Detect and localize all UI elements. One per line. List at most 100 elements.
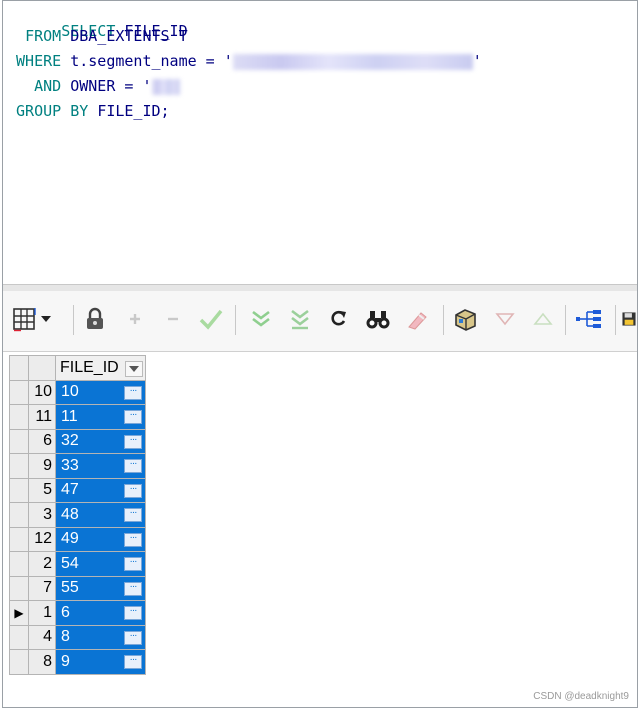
cell-editor-button[interactable]: ··· bbox=[124, 508, 142, 522]
check-icon bbox=[199, 309, 223, 330]
column-header-label: FILE_ID bbox=[60, 358, 119, 376]
code-text: FILE_ID; bbox=[97, 102, 170, 120]
save-button[interactable] bbox=[621, 305, 637, 333]
row-indicator bbox=[9, 453, 29, 479]
row-indicator bbox=[9, 624, 29, 650]
grid-toolbar bbox=[3, 291, 637, 352]
cell-editor-button[interactable]: ··· bbox=[124, 655, 142, 669]
fetch-last-button[interactable] bbox=[286, 305, 314, 333]
refresh-button[interactable] bbox=[325, 305, 353, 333]
add-record-button[interactable] bbox=[121, 305, 149, 333]
filter-up-button[interactable] bbox=[529, 305, 557, 333]
cell-value: 33 bbox=[61, 456, 79, 474]
table-row[interactable]: 7 55 ··· bbox=[9, 575, 146, 601]
row-indicator bbox=[9, 649, 29, 675]
filter-down-icon bbox=[495, 313, 515, 326]
data-table: FILE_ID 10 10 ··· 11 11 ··· 6 32 ··· 9 33 ··· 5 47 ···… bbox=[9, 355, 146, 675]
find-button[interactable] bbox=[364, 305, 392, 333]
table-row[interactable]: 9 33 ··· bbox=[9, 453, 146, 479]
fetch-last-icon bbox=[291, 309, 309, 330]
toolbar-separator bbox=[235, 305, 236, 335]
file-id-cell[interactable]: 11 ··· bbox=[55, 404, 146, 430]
cell-editor-button[interactable]: ··· bbox=[124, 434, 142, 449]
file-id-cell[interactable]: 49 ··· bbox=[55, 526, 146, 552]
tree-view-button[interactable] bbox=[575, 305, 603, 333]
file-id-cell[interactable]: 47 ··· bbox=[55, 477, 146, 503]
lock-icon bbox=[87, 307, 103, 329]
filter-down-button[interactable] bbox=[491, 305, 519, 333]
redacted-value bbox=[232, 53, 473, 70]
file-id-cell[interactable]: 8 ··· bbox=[55, 624, 146, 650]
delete-record-button[interactable] bbox=[159, 305, 187, 333]
cell-editor-button[interactable]: ··· bbox=[124, 606, 142, 620]
row-number: 2 bbox=[28, 551, 56, 577]
clear-button[interactable] bbox=[403, 305, 431, 333]
file-id-cell[interactable]: 6 ··· bbox=[55, 600, 146, 626]
lock-button[interactable] bbox=[81, 305, 109, 333]
row-indicator bbox=[9, 526, 29, 552]
table-row[interactable]: 11 11 ··· bbox=[9, 404, 146, 430]
post-changes-button[interactable] bbox=[197, 305, 225, 333]
cell-editor-button[interactable]: ··· bbox=[124, 410, 142, 424]
grid-layout-button[interactable] bbox=[11, 305, 63, 333]
table-row[interactable]: 8 9 ··· bbox=[9, 649, 146, 675]
table-row[interactable]: 2 54 ··· bbox=[9, 551, 146, 577]
file-id-cell[interactable]: 32 ··· bbox=[55, 428, 146, 454]
clear-icon bbox=[408, 312, 427, 330]
row-indicator bbox=[9, 575, 29, 601]
quote: ' bbox=[223, 52, 233, 70]
cell-value: 10 bbox=[61, 383, 79, 401]
code-line-4: AND OWNER = ' bbox=[7, 76, 180, 96]
sort-dropdown[interactable] bbox=[125, 361, 143, 377]
file-id-cell[interactable]: 10 ··· bbox=[55, 379, 146, 405]
file-id-cell[interactable]: 48 ··· bbox=[55, 502, 146, 528]
table-row[interactable]: 12 49 ··· bbox=[9, 526, 146, 552]
chevron-down-icon bbox=[129, 366, 139, 372]
row-number: 9 bbox=[28, 453, 56, 479]
export-button[interactable] bbox=[452, 305, 480, 333]
table-row[interactable]: ▶ 1 6 ··· bbox=[9, 600, 146, 626]
toolbar-separator bbox=[565, 305, 566, 335]
table-header-row: FILE_ID bbox=[9, 355, 146, 381]
sql-editor[interactable]: SELECT FILE_ID FROM DBA_EXTENTS T WHERE … bbox=[3, 1, 637, 284]
file-id-cell[interactable]: 33 ··· bbox=[55, 453, 146, 479]
row-indicator bbox=[9, 502, 29, 528]
row-number: 10 bbox=[28, 379, 56, 405]
code-text: t.segment_name = bbox=[70, 52, 215, 70]
cell-editor-button[interactable]: ··· bbox=[124, 483, 142, 498]
cell-value: 6 bbox=[61, 603, 70, 621]
column-header-file-id[interactable]: FILE_ID bbox=[55, 355, 146, 381]
table-row[interactable]: 6 32 ··· bbox=[9, 428, 146, 454]
save-icon bbox=[622, 312, 636, 326]
toolbar-separator bbox=[443, 305, 444, 335]
cell-editor-button[interactable]: ··· bbox=[124, 557, 142, 571]
code-line-1: SELECT FILE_ID bbox=[7, 1, 187, 40]
quote: ' bbox=[142, 77, 152, 95]
cell-editor-button[interactable]: ··· bbox=[124, 581, 142, 596]
fetch-next-icon bbox=[252, 310, 270, 327]
row-number: 4 bbox=[28, 624, 56, 650]
minus-icon bbox=[168, 317, 178, 321]
row-number: 1 bbox=[28, 600, 56, 626]
table-row[interactable]: 3 48 ··· bbox=[9, 502, 146, 528]
file-id-cell[interactable]: 54 ··· bbox=[55, 551, 146, 577]
row-number: 6 bbox=[28, 428, 56, 454]
cell-value: 11 bbox=[61, 407, 78, 425]
cell-editor-button[interactable]: ··· bbox=[124, 385, 142, 400]
cell-editor-button[interactable]: ··· bbox=[124, 630, 142, 645]
plus-icon bbox=[130, 314, 140, 324]
table-row[interactable]: 4 8 ··· bbox=[9, 624, 146, 650]
row-number: 8 bbox=[28, 649, 56, 675]
table-row[interactable]: 10 10 ··· bbox=[9, 379, 146, 405]
fetch-next-button[interactable] bbox=[247, 305, 275, 333]
file-id-cell[interactable]: 9 ··· bbox=[55, 649, 146, 675]
cell-editor-button[interactable]: ··· bbox=[124, 532, 142, 547]
row-indicator bbox=[9, 379, 29, 405]
file-id-cell[interactable]: 55 ··· bbox=[55, 575, 146, 601]
result-grid[interactable]: FILE_ID 10 10 ··· 11 11 ··· 6 32 ··· 9 33 ··· 5 47 ···… bbox=[3, 352, 637, 707]
redacted-value bbox=[151, 78, 180, 95]
table-row[interactable]: 5 47 ··· bbox=[9, 477, 146, 503]
code-line-2: FROM DBA_EXTENTS T bbox=[7, 26, 188, 46]
code-text: DBA_EXTENTS T bbox=[70, 27, 188, 45]
cell-editor-button[interactable]: ··· bbox=[124, 459, 142, 473]
